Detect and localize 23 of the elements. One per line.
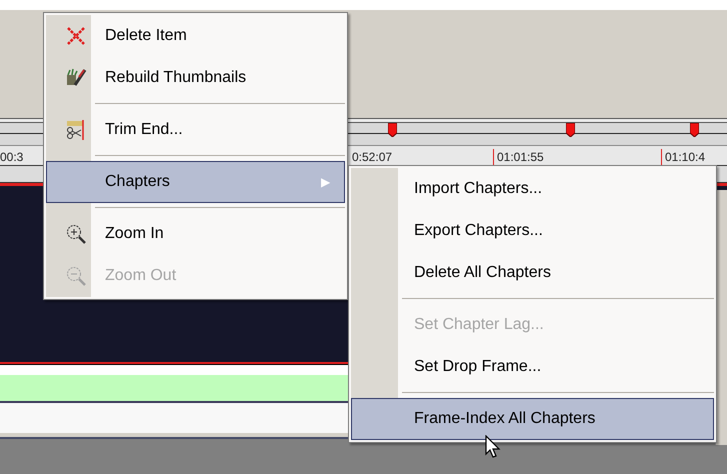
zoom-in-icon (65, 223, 87, 245)
chapter-marker-icon (566, 123, 575, 137)
time-label: 01:01:55 (497, 149, 544, 166)
time-label: 0:52:07 (352, 149, 392, 166)
brush-icon (65, 67, 87, 89)
menu-item[interactable]: Delete All Chapters (351, 252, 714, 294)
menu-item[interactable]: Frame-Index All Chapters (351, 398, 714, 440)
time-label: 00:3 (0, 149, 24, 166)
submenu-arrow: ▶ (321, 174, 331, 191)
menu-item[interactable]: Delete Item (46, 15, 345, 57)
cross-icon (65, 25, 87, 47)
chapter-marker-icon (388, 123, 397, 137)
menu-item[interactable]: Export Chapters... (351, 210, 714, 252)
menu-item[interactable]: Trim End... (46, 109, 345, 151)
scissors-icon (65, 119, 87, 141)
time-label: 01:10:4 (665, 149, 706, 166)
menu-item[interactable]: Rebuild Thumbnails (46, 57, 345, 99)
menu-item[interactable]: Zoom In (46, 213, 345, 255)
zoom-out-icon (65, 265, 87, 287)
menu-item[interactable]: Chapters ▶ (46, 161, 345, 203)
menu-item[interactable]: Import Chapters... (351, 168, 714, 210)
chapter-marker-icon (690, 123, 699, 137)
menu-item[interactable]: Set Drop Frame... (351, 346, 714, 388)
